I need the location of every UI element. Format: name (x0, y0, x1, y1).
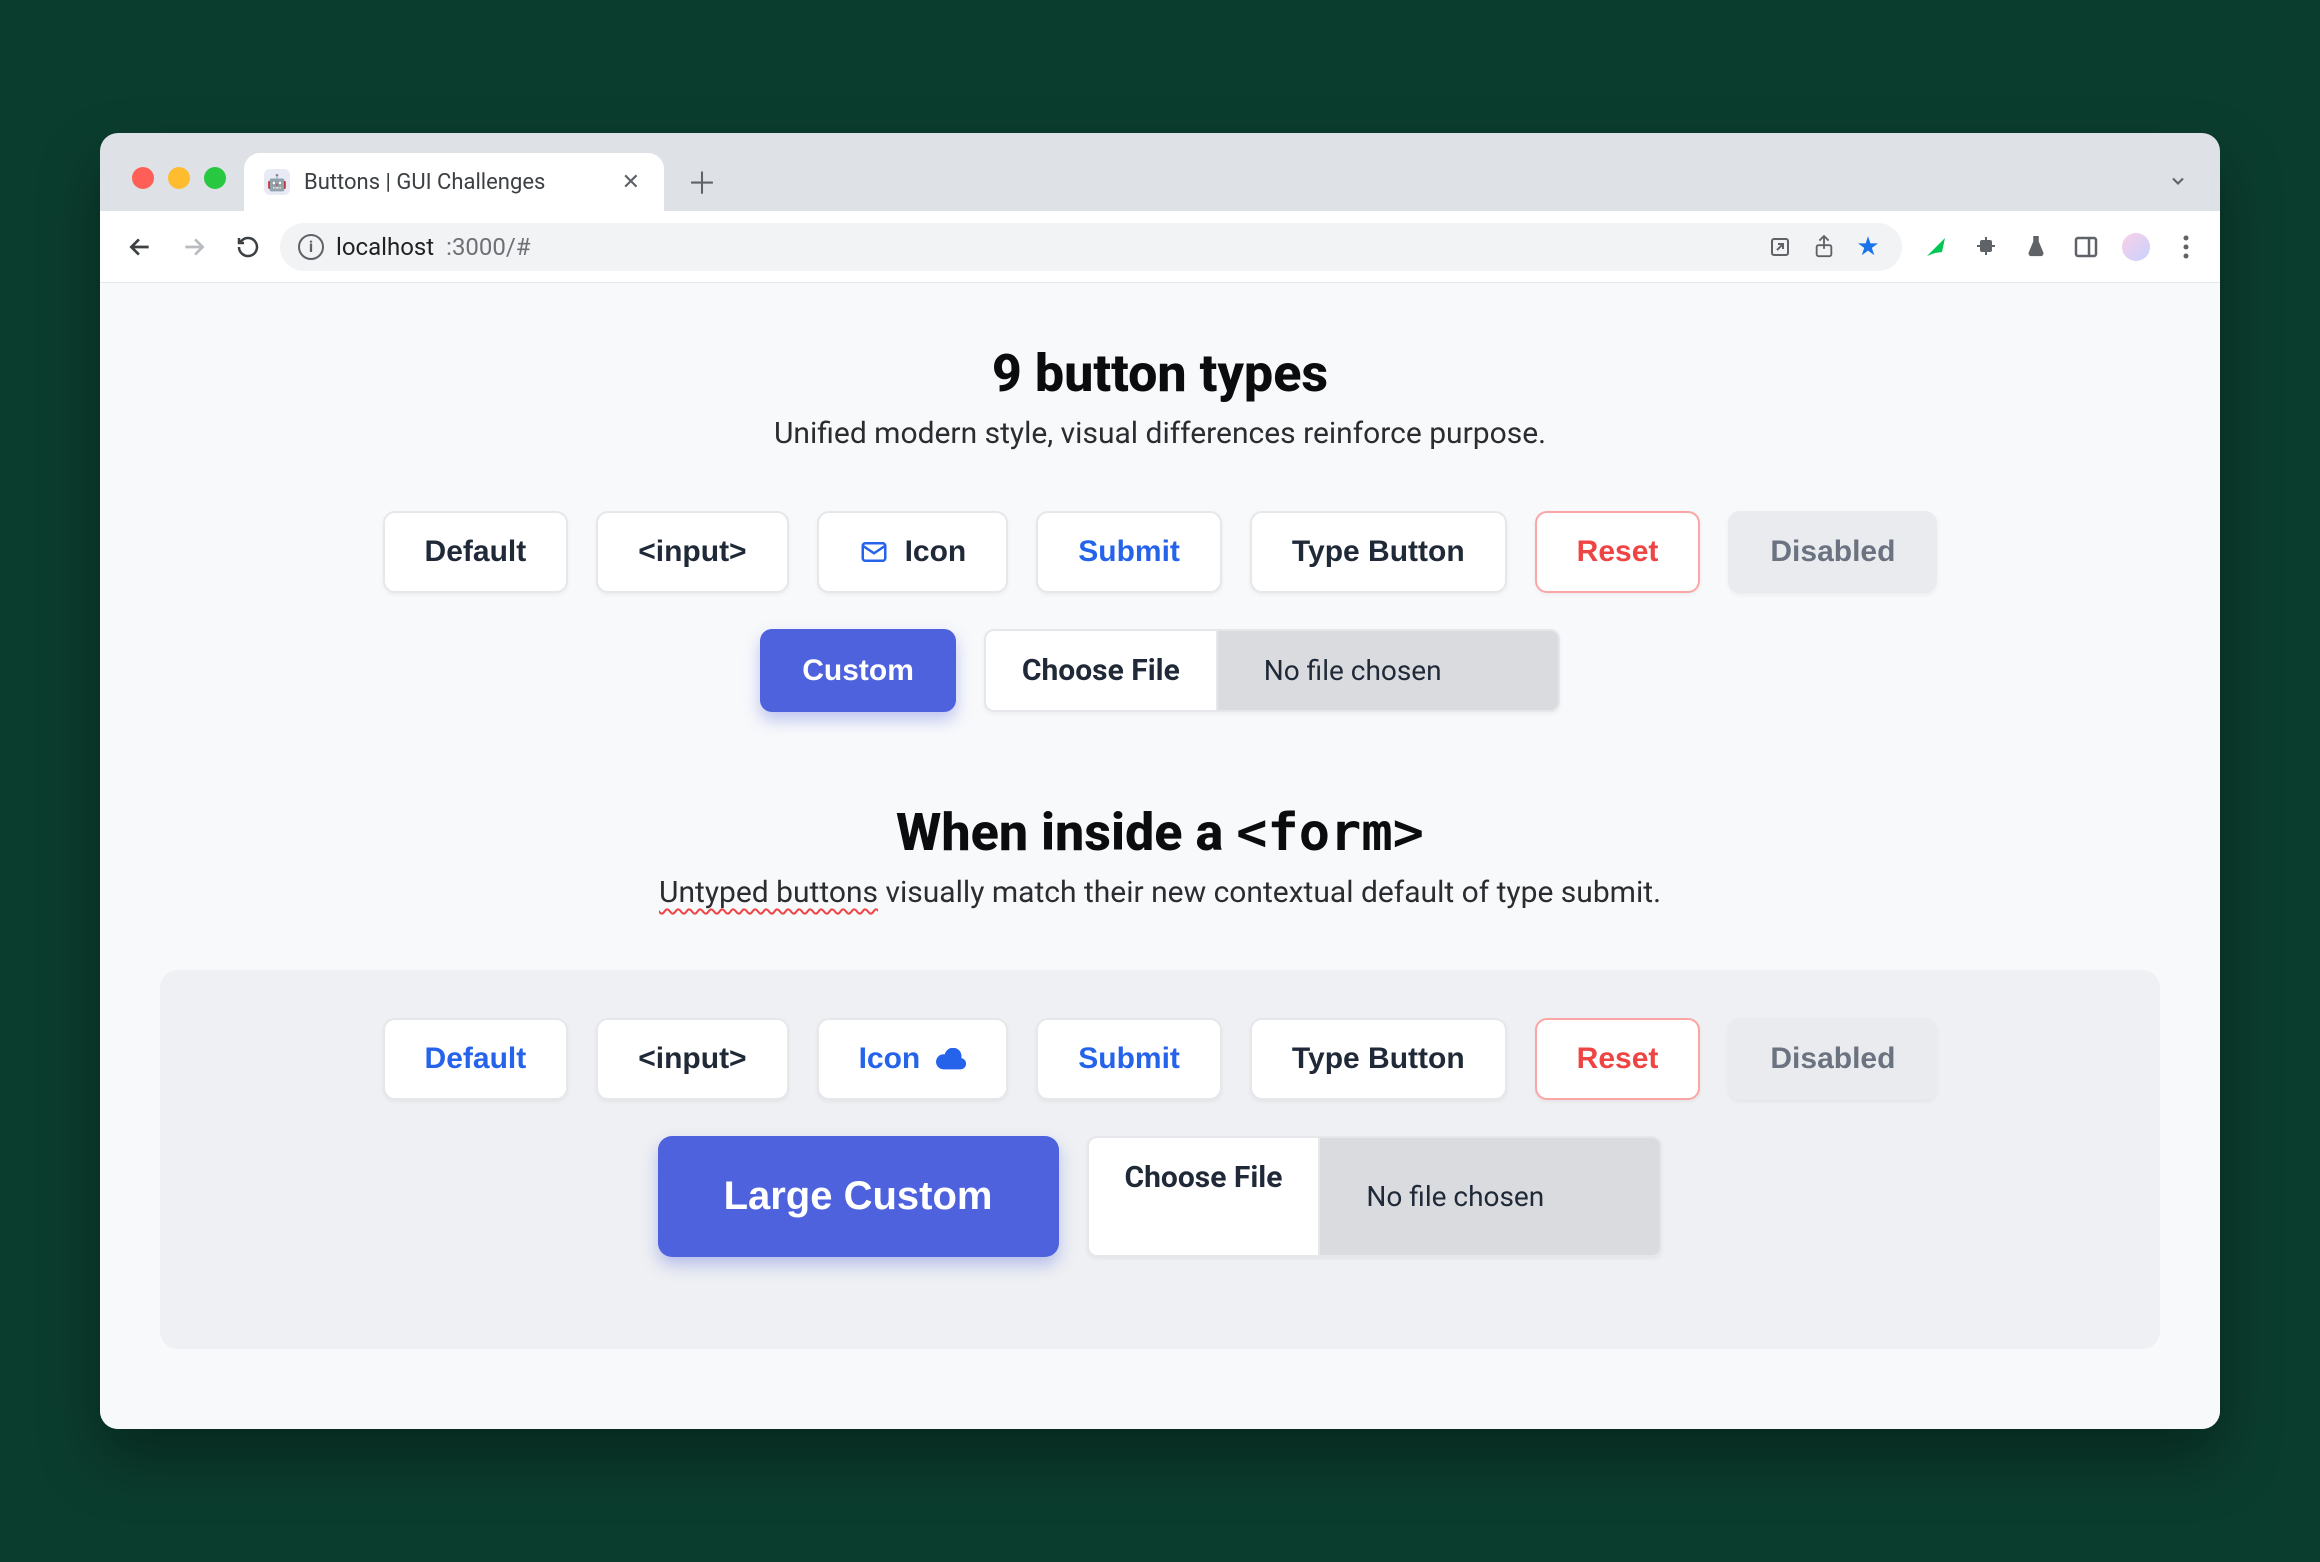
button-label: Choose File (1125, 1160, 1283, 1195)
url-path: :3000/# (446, 233, 530, 261)
section-heading: 9 button types (140, 343, 2180, 404)
button-label: Choose File (1022, 653, 1180, 688)
custom-button[interactable]: Custom (760, 629, 956, 712)
choose-file-button[interactable]: Choose File (986, 631, 1218, 710)
new-tab-button[interactable]: ＋ (678, 157, 726, 205)
tab-title: Buttons | GUI Challenges (304, 170, 545, 195)
extensions-area (1912, 231, 2202, 263)
profile-avatar[interactable] (2120, 231, 2152, 263)
open-external-icon[interactable] (1764, 231, 1796, 263)
heading-text: When inside a (896, 802, 1236, 863)
file-input[interactable]: Choose File No file chosen (984, 629, 1560, 712)
button-label: Icon (905, 535, 967, 569)
browser-window: 🤖 Buttons | GUI Challenges ✕ ＋ i localho… (100, 133, 2220, 1429)
choose-file-button[interactable]: Choose File (1089, 1138, 1321, 1255)
section-heading: When inside a <form> (140, 802, 2180, 863)
icon-button[interactable]: Icon (817, 511, 1009, 593)
default-button[interactable]: Default (383, 511, 569, 593)
browser-toolbar: i localhost :3000/# ★ (100, 211, 2220, 283)
disabled-button: Disabled (1728, 1018, 1937, 1100)
url-host: localhost (336, 233, 434, 261)
labs-icon[interactable] (2020, 231, 2052, 263)
button-row: Default <input> Icon Submit Type Button … (140, 511, 2180, 593)
button-label: Large Custom (724, 1174, 993, 1219)
bookmark-star-icon[interactable]: ★ (1852, 231, 1884, 263)
tab-overflow-button[interactable] (2158, 161, 2198, 201)
form-panel: Default <input> Icon Submit Type Button … (160, 970, 2160, 1349)
type-button[interactable]: Type Button (1250, 511, 1507, 593)
section-subtitle: Unified modern style, visual differences… (140, 416, 2180, 451)
submit-button[interactable]: Submit (1036, 511, 1222, 593)
back-button[interactable] (118, 225, 162, 269)
file-input[interactable]: Choose File No file chosen (1087, 1136, 1663, 1257)
tab-favicon: 🤖 (264, 169, 290, 195)
tab-close-button[interactable]: ✕ (618, 166, 644, 199)
tab-strip: 🤖 Buttons | GUI Challenges ✕ ＋ (100, 133, 2220, 211)
type-button[interactable]: Type Button (1250, 1018, 1507, 1100)
section-form-context: When inside a <form> Untyped buttons vis… (140, 802, 2180, 1349)
button-row-2: Custom Choose File No file chosen (140, 629, 2180, 712)
spellcheck-underline: Untyped buttons (659, 875, 878, 910)
button-label: <input> (638, 1042, 746, 1076)
reset-button[interactable]: Reset (1535, 511, 1701, 593)
button-label: Reset (1577, 1042, 1659, 1076)
reset-button[interactable]: Reset (1535, 1018, 1701, 1100)
button-label: Reset (1577, 535, 1659, 569)
button-row: Default <input> Icon Submit Type Button … (200, 1018, 2120, 1100)
button-label: Type Button (1292, 535, 1465, 569)
submit-button[interactable]: Submit (1036, 1018, 1222, 1100)
button-label: Icon (859, 1042, 921, 1076)
button-label: <input> (638, 535, 746, 569)
button-label: Submit (1078, 1042, 1180, 1076)
browser-tab[interactable]: 🤖 Buttons | GUI Challenges ✕ (244, 153, 664, 211)
icon-button[interactable]: Icon (817, 1018, 1009, 1100)
file-status: No file chosen (1320, 1138, 1660, 1255)
button-label: Default (425, 535, 527, 569)
share-icon[interactable] (1808, 231, 1840, 263)
address-bar[interactable]: i localhost :3000/# ★ (280, 223, 1902, 271)
window-maximize-button[interactable] (204, 167, 226, 189)
button-label: Default (425, 1042, 527, 1076)
cloud-icon (936, 1048, 966, 1070)
large-custom-button[interactable]: Large Custom (658, 1136, 1059, 1257)
default-button[interactable]: Default (383, 1018, 569, 1100)
forward-button[interactable] (172, 225, 216, 269)
subtitle-rest: visually match their new contextual defa… (878, 875, 1661, 910)
button-row-2: Large Custom Choose File No file chosen (200, 1136, 2120, 1257)
window-close-button[interactable] (132, 167, 154, 189)
envelope-icon (859, 537, 889, 567)
site-info-icon[interactable]: i (298, 234, 324, 260)
heading-code: <form> (1236, 803, 1424, 863)
button-label: Custom (802, 654, 914, 688)
section-subtitle: Untyped buttons visually match their new… (140, 875, 2180, 910)
page-content: 9 button types Unified modern style, vis… (100, 283, 2220, 1429)
window-controls (124, 167, 244, 211)
button-label: Disabled (1770, 535, 1895, 569)
kebab-menu-icon[interactable] (2170, 231, 2202, 263)
disabled-button: Disabled (1728, 511, 1937, 593)
input-button[interactable]: <input> (596, 511, 788, 593)
button-label: Submit (1078, 535, 1180, 569)
side-panel-icon[interactable] (2070, 231, 2102, 263)
extensions-menu-icon[interactable] (1970, 231, 2002, 263)
extension-icon[interactable] (1920, 231, 1952, 263)
button-label: Disabled (1770, 1042, 1895, 1076)
window-minimize-button[interactable] (168, 167, 190, 189)
section-button-types: 9 button types Unified modern style, vis… (140, 343, 2180, 712)
input-button[interactable]: <input> (596, 1018, 788, 1100)
reload-button[interactable] (226, 225, 270, 269)
button-label: Type Button (1292, 1042, 1465, 1076)
file-status: No file chosen (1218, 631, 1558, 710)
